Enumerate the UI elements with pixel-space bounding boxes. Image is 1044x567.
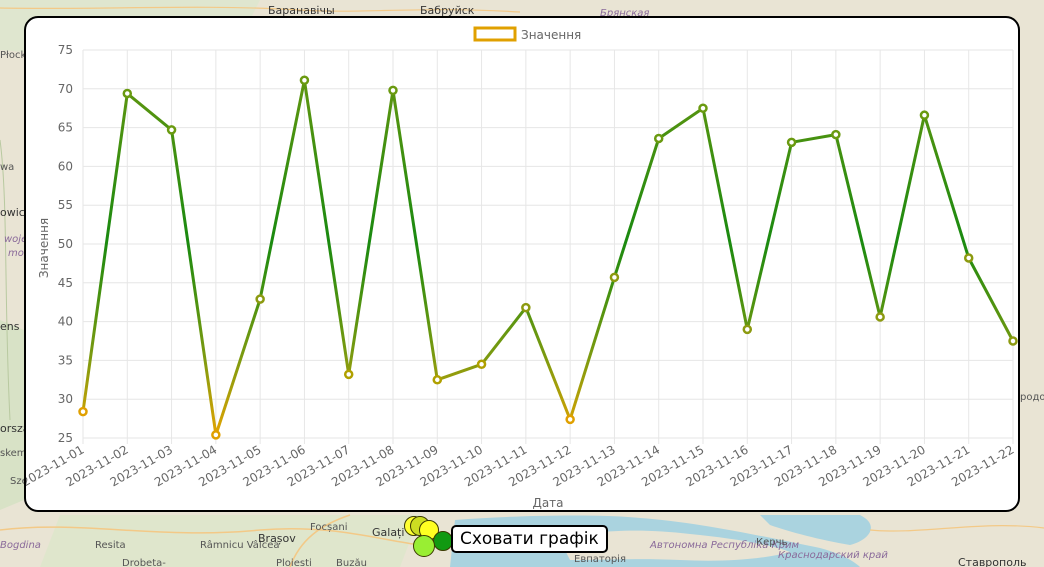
- map-label: Buzău: [336, 558, 367, 567]
- data-point[interactable]: [343, 369, 354, 380]
- data-point[interactable]: [166, 125, 177, 135]
- map-label: owic: [0, 206, 25, 219]
- y-tick-label: 55: [58, 198, 73, 212]
- map-label: Евпаторія: [574, 553, 626, 565]
- map-label: mo: [8, 248, 24, 259]
- map-label: Краснодарский край: [778, 550, 888, 561]
- y-tick-label: 30: [58, 392, 73, 406]
- data-point[interactable]: [919, 110, 930, 120]
- data-point[interactable]: [698, 103, 708, 113]
- data-point[interactable]: [476, 359, 487, 370]
- map-label: родо: [1020, 392, 1044, 403]
- map-label: Ставрополь: [958, 556, 1026, 567]
- legend-label: Значення: [521, 28, 581, 42]
- map-label: Focșani: [310, 522, 347, 533]
- x-axis-title: Дата: [532, 496, 563, 510]
- data-point[interactable]: [786, 137, 797, 148]
- data-point[interactable]: [299, 75, 310, 86]
- data-point[interactable]: [388, 85, 398, 96]
- chart-panel: Значення 25 30 35 40 45 50 55 60 65 70 75 2023-11-…: [24, 16, 1020, 512]
- map-marker[interactable]: [433, 531, 453, 551]
- y-tick-label: 50: [58, 237, 73, 251]
- y-tick-label: 65: [58, 121, 73, 135]
- data-point[interactable]: [609, 272, 620, 283]
- data-point[interactable]: [831, 129, 841, 140]
- data-point[interactable]: [255, 294, 265, 304]
- data-point[interactable]: [742, 324, 753, 335]
- data-point[interactable]: [875, 312, 885, 322]
- data-point[interactable]: [565, 414, 575, 425]
- y-tick-label: 40: [58, 315, 73, 329]
- data-point[interactable]: [122, 88, 133, 99]
- map-marker[interactable]: [413, 535, 435, 557]
- map-label: ens: [0, 320, 20, 333]
- y-tick-label: 75: [58, 43, 73, 57]
- map-label: wa: [0, 162, 14, 173]
- map-label: Ploiesti: [276, 558, 312, 567]
- y-tick-label: 35: [58, 353, 73, 367]
- y-tick-label: 60: [58, 159, 73, 173]
- series-line: [81, 78, 1015, 437]
- y-tick-label: 45: [58, 276, 73, 290]
- legend-swatch: [473, 26, 517, 42]
- data-point[interactable]: [432, 375, 443, 385]
- y-axis-title: Значення: [37, 218, 51, 278]
- y-tick-label: 70: [58, 82, 73, 96]
- data-point[interactable]: [963, 253, 974, 263]
- data-point[interactable]: [78, 406, 88, 417]
- data-point[interactable]: [653, 133, 664, 144]
- map-label: Galați: [372, 526, 404, 539]
- data-point[interactable]: [1008, 336, 1018, 346]
- data-point[interactable]: [521, 302, 531, 313]
- map-label: Bogdina: [0, 540, 41, 551]
- map-label: Brașov: [258, 532, 296, 545]
- data-point[interactable]: [211, 430, 221, 440]
- line-chart: Значення 2530354045505560657075 2023-11-…: [26, 26, 1018, 510]
- map-label: skem: [0, 448, 27, 459]
- map-label: Керчь: [756, 537, 788, 548]
- map-label: Płock: [0, 50, 26, 61]
- map-label: Resita: [95, 540, 126, 551]
- y-tick-label: 25: [58, 431, 73, 445]
- hide-chart-button[interactable]: Сховати графік: [451, 525, 608, 553]
- chart-legend[interactable]: Значення: [473, 26, 581, 42]
- map-label: Drobeta-: [122, 558, 166, 567]
